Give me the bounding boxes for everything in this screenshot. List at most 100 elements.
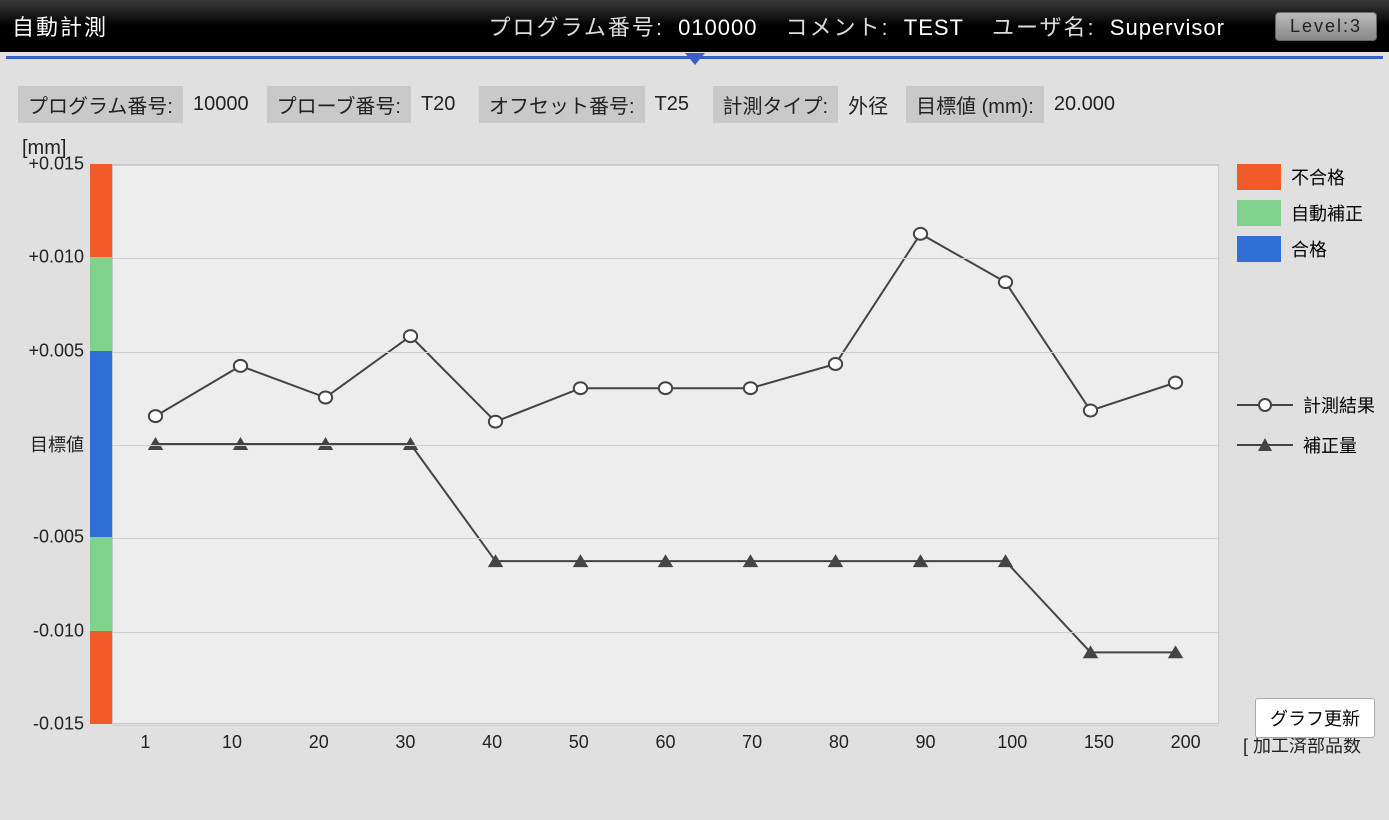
color-band-segment xyxy=(90,351,112,538)
grid-line xyxy=(113,725,1218,726)
progress-marker-icon xyxy=(685,53,705,65)
y-axis-labels: +0.015+0.010+0.005目標値-0.005-0.010-0.015 xyxy=(10,164,90,724)
x-tick-label: 60 xyxy=(622,732,709,758)
data-point-circle xyxy=(489,416,502,428)
legend-panel: 不合格 自動補正 合格 計測結果 補正量 xyxy=(1219,164,1379,724)
user-display: ユーザ名: Supervisor xyxy=(992,10,1225,42)
data-point-circle xyxy=(404,330,417,342)
param-measure-type-label: 計測タイプ: xyxy=(713,86,839,123)
grid-line xyxy=(113,165,1218,166)
user-value: Supervisor xyxy=(1110,15,1225,40)
data-point-circle xyxy=(914,228,927,240)
level-badge: Level:3 xyxy=(1275,12,1377,41)
color-band-column xyxy=(90,164,112,724)
color-band-segment xyxy=(90,164,112,257)
data-point-circle xyxy=(744,382,757,394)
data-point-circle xyxy=(829,358,842,370)
param-measure-type-value: 外径 xyxy=(848,90,888,119)
param-program-no-label: プログラム番号: xyxy=(18,86,183,123)
legend-pass-swatch xyxy=(1237,236,1281,262)
legend-pass-label: 合格 xyxy=(1291,236,1327,262)
progress-line xyxy=(0,54,1389,62)
param-offset-no: オフセット番号: T25 xyxy=(479,86,695,123)
x-tick-label: 40 xyxy=(449,732,536,758)
circle-marker-icon xyxy=(1237,395,1293,415)
grid-line xyxy=(113,258,1218,259)
x-tick-label: 100 xyxy=(969,732,1056,758)
color-band-segment xyxy=(90,537,112,630)
data-point-circle xyxy=(659,382,672,394)
x-tick-label: 10 xyxy=(189,732,276,758)
series-measure: 計測結果 xyxy=(1237,392,1379,418)
app-header: 自動計測 プログラム番号: 010000 コメント: TEST ユーザ名: Su… xyxy=(0,0,1389,52)
y-tick-label: 目標値 xyxy=(30,431,84,457)
y-tick-label: +0.010 xyxy=(28,247,84,268)
x-tick-label: 50 xyxy=(535,732,622,758)
legend-auto-label: 自動補正 xyxy=(1291,200,1363,226)
param-target: 目標値 (mm): 20.000 xyxy=(906,86,1115,123)
param-program-no: プログラム番号: 10000 xyxy=(18,86,249,123)
series-correction: 補正量 xyxy=(1237,432,1379,458)
x-tick-label: 200 xyxy=(1142,732,1229,758)
param-measure-type: 計測タイプ: 外径 xyxy=(713,86,889,123)
comment-display: コメント: TEST xyxy=(786,10,964,42)
x-tick-label: 30 xyxy=(362,732,449,758)
legend-fail-label: 不合格 xyxy=(1291,164,1345,190)
series-line xyxy=(156,444,1176,652)
legend-auto-swatch xyxy=(1237,200,1281,226)
x-axis-labels: 1102030405060708090100150200[ 加工済部品数 xyxy=(0,732,1389,758)
series-measure-label: 計測結果 xyxy=(1303,392,1375,418)
param-probe-no: プローブ番号: T20 xyxy=(267,86,461,123)
y-tick-label: +0.005 xyxy=(28,340,84,361)
plot-area xyxy=(112,164,1219,724)
param-target-value: 20.000 xyxy=(1054,93,1115,116)
data-point-circle xyxy=(234,360,247,372)
param-probe-no-label: プローブ番号: xyxy=(267,86,411,123)
x-tick-label: 80 xyxy=(796,732,883,758)
program-number-value: 010000 xyxy=(678,15,757,40)
x-tick-label: 1 xyxy=(102,732,189,758)
color-band-segment xyxy=(90,257,112,350)
color-band-segment xyxy=(90,631,112,724)
param-offset-no-value: T25 xyxy=(655,93,695,116)
param-offset-no-label: オフセット番号: xyxy=(479,86,645,123)
header-info: プログラム番号: 010000 コメント: TEST ユーザ名: Supervi… xyxy=(489,10,1378,42)
user-label: ユーザ名: xyxy=(992,15,1096,40)
data-point-circle xyxy=(1084,405,1097,417)
program-number-display: プログラム番号: 010000 xyxy=(489,10,758,42)
comment-value: TEST xyxy=(904,15,964,40)
y-tick-label: +0.015 xyxy=(28,154,84,175)
comment-label: コメント: xyxy=(786,15,890,40)
x-tick-label: 90 xyxy=(882,732,969,758)
y-tick-label: -0.010 xyxy=(33,620,84,641)
legend-fail-swatch xyxy=(1237,164,1281,190)
data-point-circle xyxy=(1169,377,1182,389)
params-row: プログラム番号: 10000 プローブ番号: T20 オフセット番号: T25 … xyxy=(0,64,1389,131)
x-tick-label: 70 xyxy=(709,732,796,758)
y-tick-label: -0.015 xyxy=(33,714,84,735)
legend-pass: 合格 xyxy=(1237,236,1379,262)
series-correction-label: 補正量 xyxy=(1303,432,1357,458)
data-point-circle xyxy=(319,392,332,404)
x-tick-label: 20 xyxy=(275,732,362,758)
legend-auto: 自動補正 xyxy=(1237,200,1379,226)
grid-line xyxy=(113,445,1218,446)
param-program-no-value: 10000 xyxy=(193,93,249,116)
data-point-circle xyxy=(149,410,162,422)
chart-area: +0.015+0.010+0.005目標値-0.005-0.010-0.015 … xyxy=(0,160,1389,724)
param-probe-no-value: T20 xyxy=(421,93,461,116)
data-point-circle xyxy=(574,382,587,394)
series-legend: 計測結果 補正量 xyxy=(1237,392,1379,458)
y-unit-label: [mm] xyxy=(0,131,1389,160)
graph-update-button[interactable]: グラフ更新 xyxy=(1255,698,1375,738)
data-point-circle xyxy=(999,276,1012,288)
x-tick-label: 150 xyxy=(1056,732,1143,758)
y-tick-label: -0.005 xyxy=(33,527,84,548)
grid-line xyxy=(113,538,1218,539)
page-title: 自動計測 xyxy=(12,10,108,42)
triangle-marker-icon xyxy=(1237,435,1293,455)
program-number-label: プログラム番号: xyxy=(489,15,664,40)
grid-line xyxy=(113,632,1218,633)
legend-fail: 不合格 xyxy=(1237,164,1379,190)
grid-line xyxy=(113,352,1218,353)
